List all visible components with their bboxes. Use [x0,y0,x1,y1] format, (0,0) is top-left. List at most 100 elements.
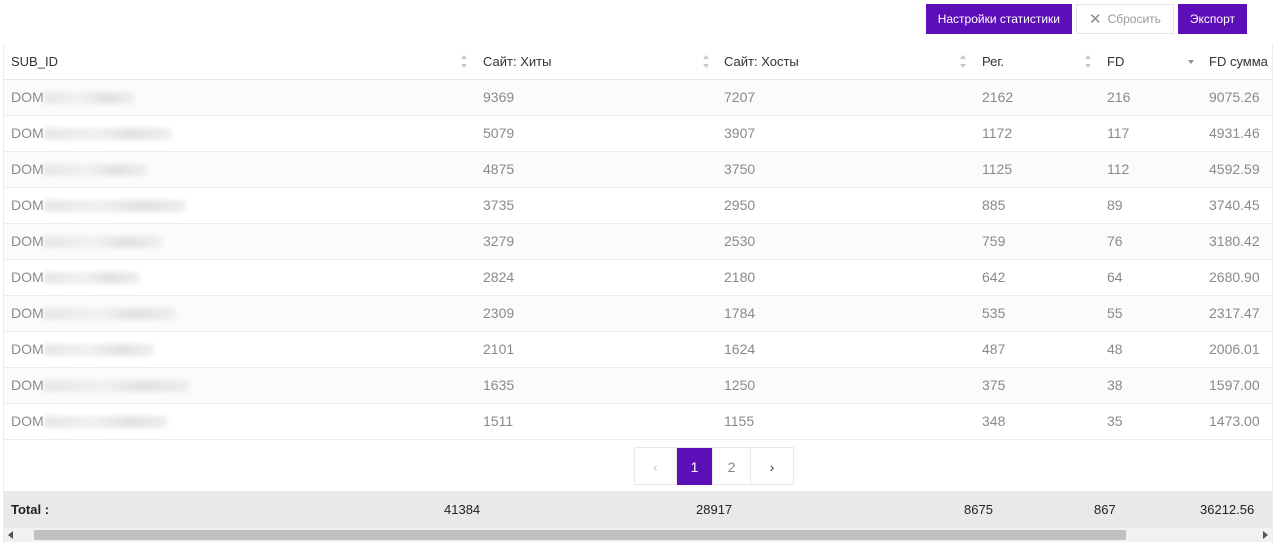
cell-text: 2317.47 [1209,305,1260,321]
table-cell: 375 [982,368,1005,403]
sub-id-cell: DOM [11,404,167,439]
cell-text: 9369 [483,89,515,105]
table-cell: 3735 [483,188,514,223]
pagination-page-1[interactable]: 1 [677,448,713,485]
cell-text: DOM [11,305,44,321]
sub-id-cell: DOM [11,152,148,187]
total-site-hosts: 28917 [696,502,733,517]
table-cell: 89 [1107,188,1123,223]
redacted-text [43,200,185,213]
cell-text: 1473.00 [1209,413,1260,429]
column-header-sub-id[interactable]: SUB_ID [11,43,58,80]
total-fd: 867 [1094,502,1116,517]
table-row: DOM 3279 2530 759 76 3180.42 [4,224,1272,260]
cell-text: 487 [982,341,1006,357]
scroll-right-icon[interactable] [1263,531,1268,539]
table-cell: 216 [1107,80,1130,115]
table-cell: 112 [1107,152,1129,187]
statistics-table: SUB_ID Сайт: Хиты Сайт: Хосты Рег. FD FD… [3,43,1273,543]
cell-text: DOM [11,233,44,249]
cell-text: 1125 [982,161,1013,177]
table-cell: 535 [982,296,1005,331]
table-body: DOM 9369 7207 2162 216 9075.26 DOM 5079 3907 1172… [4,80,1272,440]
table-cell: 1511 [483,404,513,439]
table-cell: 642 [982,260,1005,295]
table-cell: 1473.00 [1209,404,1260,439]
reset-label: Сбросить [1107,12,1161,26]
cell-text: 642 [982,269,1006,285]
table-cell: 2162 [982,80,1013,115]
cell-text: 1784 [724,305,756,321]
reset-button[interactable]: ✕ Сбросить [1075,4,1174,34]
sub-id-cell: DOM [11,260,139,295]
table-cell: 117 [1107,116,1129,151]
cell-text: 2180 [724,269,756,285]
scrollbar-thumb[interactable] [34,530,1126,540]
sort-icon[interactable] [960,55,968,68]
column-header-site-hosts[interactable]: Сайт: Хосты [724,43,799,80]
statistics-settings-button[interactable]: Настройки статистики [925,4,1072,34]
cell-text: 2309 [483,305,515,321]
table-cell: 2180 [724,260,755,295]
total-label: Total : [11,502,50,517]
redacted-text [43,272,139,285]
cell-text: 348 [982,413,1006,429]
sub-id-cell: DOM [11,116,171,151]
table-cell: 48 [1107,332,1123,367]
cell-text: 3735 [483,197,515,213]
table-cell: 3180.42 [1209,224,1260,259]
cell-text: 5079 [483,125,515,141]
table-row: DOM 4875 3750 1125 112 4592.59 [4,152,1272,188]
cell-text: DOM [11,341,44,357]
sort-desc-icon[interactable] [1188,55,1196,68]
sub-id-cell: DOM [11,80,134,115]
export-button[interactable]: Экспорт [1177,4,1247,34]
column-header-fd[interactable]: FD [1107,43,1124,80]
table-cell: 4592.59 [1209,152,1260,187]
total-row: Total : 41384 28917 8675 867 36212.56 [4,491,1272,528]
column-header-fd-sum[interactable]: FD сумма [1209,43,1268,80]
cell-text: 4875 [483,161,515,177]
sub-id-cell: DOM [11,224,162,259]
table-cell: 487 [982,332,1005,367]
table-row: DOM 3735 2950 885 89 3740.45 [4,188,1272,224]
redacted-text [43,380,190,393]
table-cell: 348 [982,404,1005,439]
horizontal-scrollbar[interactable] [4,528,1272,542]
scroll-left-icon[interactable] [8,531,13,539]
sub-id-cell: DOM [11,368,190,403]
cell-text: DOM [11,413,44,429]
sort-icon[interactable] [703,55,711,68]
pagination-prev-button[interactable]: ‹ [635,448,677,485]
table-cell: 55 [1107,296,1123,331]
redacted-text [43,92,134,105]
sort-icon[interactable] [1085,55,1093,68]
column-header-site-hits[interactable]: Сайт: Хиты [483,43,551,80]
cell-text: 4931.46 [1209,125,1260,141]
cell-text: 89 [1107,197,1123,213]
sort-icon[interactable] [461,55,469,68]
cell-text: DOM [11,161,44,177]
cell-text: 4592.59 [1209,161,1260,177]
pagination-next-button[interactable]: › [751,448,793,485]
cell-text: 64 [1107,269,1123,285]
table-cell: 1125 [982,152,1012,187]
table-cell: 2006.01 [1209,332,1260,367]
toolbar: Настройки статистики ✕ Сбросить Экспорт [925,4,1247,34]
cell-text: 3907 [724,125,756,141]
table-row: DOM 2309 1784 535 55 2317.47 [4,296,1272,332]
table-row: DOM 2101 1624 487 48 2006.01 [4,332,1272,368]
table-cell: 2530 [724,224,755,259]
table-cell: 3750 [724,152,755,187]
cell-text: 76 [1107,233,1123,249]
table-cell: 885 [982,188,1005,223]
cell-text: 759 [982,233,1006,249]
cell-text: 2162 [982,89,1014,105]
cell-text: 3740.45 [1209,197,1260,213]
pagination-page-2[interactable]: 2 [713,448,751,485]
cell-text: 55 [1107,305,1123,321]
table-row: DOM 2824 2180 642 64 2680.90 [4,260,1272,296]
cell-text: 535 [982,305,1006,321]
table-cell: 2680.90 [1209,260,1260,295]
column-header-registrations[interactable]: Рег. [982,43,1004,80]
